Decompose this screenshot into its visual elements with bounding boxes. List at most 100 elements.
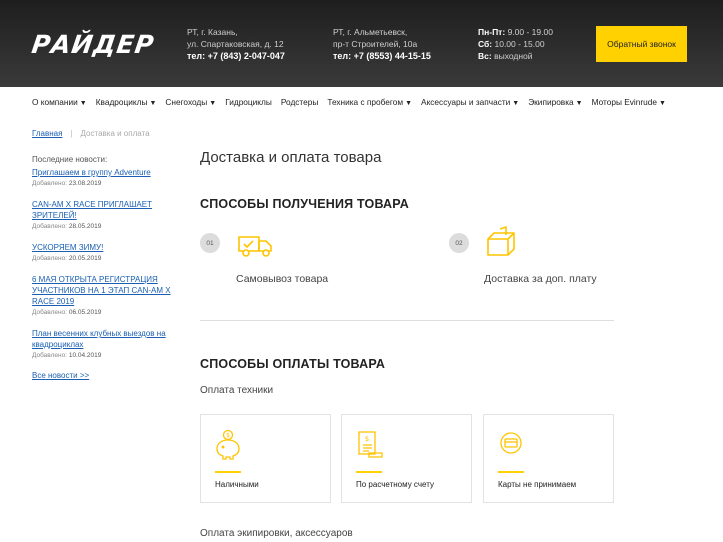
receive-label-delivery: Доставка за доп. плату xyxy=(484,273,597,285)
logo[interactable]: РАЙДЕР xyxy=(30,30,156,59)
news-date: Добавлено: 28.05.2019 xyxy=(32,223,182,230)
news-item: CAN-AM X RACE ПРИГЛАШАЕТ ЗРИТЕЛЕЙ! Добавл… xyxy=(32,199,182,230)
chevron-down-icon: ▼ xyxy=(512,100,520,107)
phone-kazan[interactable]: тел: +7 (843) 2-047-047 xyxy=(187,50,285,62)
news-link[interactable]: Приглашаем в группу Adventure xyxy=(32,167,182,178)
news-date-value: 23.08.2019 xyxy=(68,180,102,187)
receive-number-2: 02 xyxy=(449,233,469,253)
nav-item-label: Экипировка xyxy=(528,97,574,107)
hours-saturday: Сб: 10.00 - 15.00 xyxy=(478,39,545,49)
news-link[interactable]: План весенних клубных выездов на квадроц… xyxy=(32,328,182,350)
nav-item-label: О компании xyxy=(32,97,78,107)
news-date: Добавлено: 10.04.2019 xyxy=(32,352,182,359)
nav-item-label: Техника с пробегом xyxy=(327,97,404,107)
chevron-down-icon: ▼ xyxy=(575,100,583,107)
nav-item-label: Снегоходы xyxy=(165,97,208,107)
news-date-label: Добавлено: xyxy=(32,255,68,262)
all-news-link[interactable]: Все новости >> xyxy=(32,371,89,380)
news-link[interactable]: УСКОРЯЕМ ЗИМУ! xyxy=(32,242,182,253)
news-item: УСКОРЯЕМ ЗИМУ! Добавлено: 20.05.2019 xyxy=(32,242,182,262)
card-accent-line xyxy=(498,471,524,473)
address-kazan: РТ, г. Казань, ул. Спартаковская, д. 12 … xyxy=(187,26,285,62)
breadcrumb-separator: | xyxy=(70,129,73,138)
nav-item-1[interactable]: Квадроциклы ▼ xyxy=(96,97,157,107)
payment-section-title: СПОСОБЫ ОПЛАТЫ ТОВАРА xyxy=(200,357,386,371)
news-item: План весенних клубных выездов на квадроц… xyxy=(32,328,182,359)
chevron-down-icon: ▼ xyxy=(79,100,87,107)
payment-card-no-cards: Карты не принимаем xyxy=(483,414,614,503)
news-date-value: 28.05.2019 xyxy=(68,223,102,230)
address-kazan-street: ул. Спартаковская, д. 12 xyxy=(187,39,284,49)
hours-sunday: Вс: выходной xyxy=(478,51,533,61)
payment-label-invoice: По расчетному счету xyxy=(356,480,434,489)
callback-button[interactable]: Обратный звонок xyxy=(596,26,687,62)
news-date: Добавлено: 23.08.2019 xyxy=(32,180,182,187)
invoice-icon: $ xyxy=(358,431,383,458)
news-date-value: 20.05.2019 xyxy=(68,255,102,262)
nav-item-3[interactable]: Гидроциклы xyxy=(225,97,272,107)
breadcrumb-current: Доставка и оплата xyxy=(80,129,150,138)
news-heading: Последние новости: xyxy=(32,155,108,164)
news-date-value: 06.05.2019 xyxy=(68,309,102,316)
address-almetyevsk-street: пр-т Строителей, 10а xyxy=(333,39,418,49)
vehicles-payment-subtitle: Оплата техники xyxy=(200,385,274,396)
chevron-down-icon: ▼ xyxy=(658,100,666,107)
piggy-bank-icon: $ xyxy=(216,429,240,460)
section-divider xyxy=(200,320,614,321)
hours-weekdays: Пн-Пт: 9.00 - 19.00 xyxy=(478,27,553,37)
news-date-label: Добавлено: xyxy=(32,223,68,230)
main-nav: О компании ▼ Квадроциклы ▼ Снегоходы ▼ Гидроци… xyxy=(32,97,675,107)
working-hours: Пн-Пт: 9.00 - 19.00 Сб: 10.00 - 15.00 Вс… xyxy=(478,26,553,62)
svg-text:$: $ xyxy=(365,435,369,443)
receive-number-1: 01 xyxy=(200,233,220,253)
news-item: 6 МАЯ ОТКРЫТА РЕГИСТРАЦИЯ УЧАСТНИКОВ НА … xyxy=(32,274,182,316)
card-accent-line xyxy=(215,471,241,473)
nav-item-label: Моторы Evinrude xyxy=(591,97,657,107)
chevron-down-icon: ▼ xyxy=(209,100,217,107)
gear-payment-subtitle: Оплата экипировки, аксессуаров xyxy=(200,528,353,539)
truck-icon xyxy=(238,236,272,257)
address-almetyevsk-city: РТ, г. Альметьевск, xyxy=(333,27,408,37)
nav-item-8[interactable]: Моторы Evinrude ▼ xyxy=(592,97,666,107)
nav-item-2[interactable]: Снегоходы ▼ xyxy=(165,97,216,107)
payment-label-no-cards: Карты не принимаем xyxy=(498,480,577,489)
phone-almetyevsk[interactable]: тел: +7 (8553) 44-15-15 xyxy=(333,50,431,62)
address-almetyevsk: РТ, г. Альметьевск, пр-т Строителей, 10а… xyxy=(333,26,431,62)
nav-item-0[interactable]: О компании ▼ xyxy=(32,97,87,107)
payment-card-cash: $ Наличными xyxy=(200,414,331,503)
receive-label-pickup: Самовывоз товара xyxy=(236,273,329,285)
chevron-down-icon: ▼ xyxy=(405,100,413,107)
news-link[interactable]: 6 МАЯ ОТКРЫТА РЕГИСТРАЦИЯ УЧАСТНИКОВ НА … xyxy=(32,274,182,307)
nav-item-label: Квадроциклы xyxy=(95,97,148,107)
card-accent-line xyxy=(356,471,382,473)
breadcrumb: Главная | Доставка и оплата xyxy=(32,129,150,138)
nav-item-6[interactable]: Аксессуары и запчасти ▼ xyxy=(421,97,519,107)
nav-item-5[interactable]: Техника с пробегом ▼ xyxy=(327,97,412,107)
page-title: Доставка и оплата товара xyxy=(200,149,382,166)
nav-item-label: Родстеры xyxy=(280,97,319,107)
nav-item-4[interactable]: Родстеры xyxy=(281,97,319,107)
news-date: Добавлено: 20.05.2019 xyxy=(32,255,182,262)
payment-card-invoice: $ По расчетному счету xyxy=(341,414,472,503)
main-content: Доставка и оплата товара СПОСОБЫ ПОЛУЧЕН… xyxy=(200,149,614,539)
news-link[interactable]: CAN-AM X RACE ПРИГЛАШАЕТ ЗРИТЕЛЕЙ! xyxy=(32,199,182,221)
news-sidebar: Последние новости: Приглашаем в группу A… xyxy=(32,155,182,380)
svg-text:$: $ xyxy=(226,432,230,439)
receive-section-title: СПОСОБЫ ПОЛУЧЕНИЯ ТОВАРА xyxy=(200,197,409,211)
news-date-label: Добавлено: xyxy=(32,180,68,187)
site-header: РАЙДЕР РТ, г. Казань, ул. Спартаковская,… xyxy=(0,0,723,87)
news-item: Приглашаем в группу Adventure Добавлено: … xyxy=(32,167,182,187)
news-date-label: Добавлено: xyxy=(32,352,68,359)
news-date: Добавлено: 06.05.2019 xyxy=(32,309,182,316)
card-icon xyxy=(500,432,522,454)
news-date-label: Добавлено: xyxy=(32,309,68,316)
breadcrumb-home-link[interactable]: Главная xyxy=(32,129,62,138)
nav-item-label: Гидроциклы xyxy=(225,97,272,107)
payment-label-cash: Наличными xyxy=(215,480,259,489)
nav-item-7[interactable]: Экипировка ▼ xyxy=(528,97,582,107)
chevron-down-icon: ▼ xyxy=(149,100,157,107)
address-kazan-city: РТ, г. Казань, xyxy=(187,27,238,37)
news-date-value: 10.04.2019 xyxy=(68,352,102,359)
nav-item-label: Аксессуары и запчасти xyxy=(421,97,511,107)
box-icon xyxy=(487,226,515,256)
